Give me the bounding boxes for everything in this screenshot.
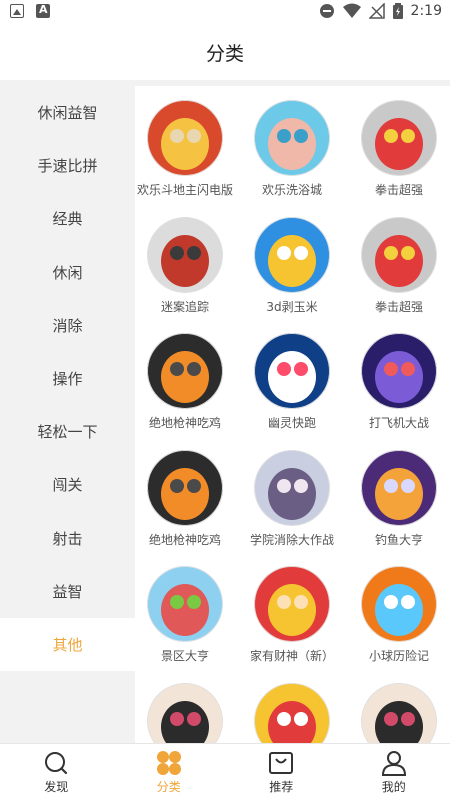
game-name: 迷案追踪: [160, 299, 209, 314]
sidebar-item-label: 轻松一下: [37, 423, 98, 442]
sidebar-item[interactable]: [0, 671, 135, 724]
sidebar-item[interactable]: 消除: [0, 299, 135, 352]
sidebar-item[interactable]: 益智: [0, 565, 135, 618]
game-name: 拳击超强: [374, 183, 423, 197]
game-item[interactable]: [242, 669, 342, 743]
game-icon: [147, 566, 223, 642]
game-item[interactable]: 景区大亨: [135, 552, 235, 669]
game-item[interactable]: 小球历险记: [349, 552, 449, 669]
game-icon: [147, 333, 223, 409]
game-item[interactable]: [349, 669, 449, 743]
game-icon: [361, 216, 437, 293]
game-icon: [361, 100, 437, 176]
nav-category[interactable]: 分类: [113, 744, 226, 800]
game-item[interactable]: 学院消除大作战: [242, 436, 342, 553]
category-icon: [156, 750, 181, 775]
sidebar-item-label: 操作: [52, 370, 83, 389]
nav-discover-label: 发现: [44, 779, 69, 794]
sidebar-item-label: 闯关: [52, 476, 83, 495]
game-item[interactable]: 欢乐斗地主闪电版: [135, 86, 235, 203]
sidebar-item[interactable]: 其他: [0, 617, 135, 672]
game-item[interactable]: 迷案追踪: [135, 203, 235, 320]
game-icon: [254, 100, 330, 176]
nav-category-label: 分类: [156, 779, 181, 794]
game-item[interactable]: 拳击超强: [349, 203, 449, 320]
game-icon: [254, 682, 330, 743]
category-sidebar: 休闲益智手速比拼经典休闲消除操作轻松一下闯关射击益智其他: [0, 86, 135, 743]
status-bar: 2:19: [0, 0, 450, 24]
sidebar-item[interactable]: 闯关: [0, 458, 135, 511]
game-name: 学院消除大作战: [249, 532, 334, 547]
wifi-icon: [342, 3, 361, 18]
game-item[interactable]: 家有财神（新）: [242, 552, 342, 669]
game-item[interactable]: 幽灵快跑: [242, 319, 342, 436]
search-icon: [45, 751, 68, 774]
bottom-nav: 发现 分类 推荐 我的: [0, 743, 450, 800]
sidebar-item-label: 经典: [52, 210, 83, 229]
game-name: 绝地枪神吃鸡: [148, 532, 221, 547]
game-icon: [254, 216, 330, 293]
game-name: 钓鱼大亨: [374, 532, 423, 547]
game-item[interactable]: 拳击超强: [349, 86, 449, 203]
sidebar-item-label: 射击: [52, 529, 83, 548]
game-item[interactable]: 钓鱼大亨: [349, 436, 449, 553]
game-name: 拳击超强: [374, 299, 423, 314]
game-name: 幽灵快跑: [267, 416, 316, 430]
game-icon: [254, 333, 330, 409]
sidebar-item[interactable]: 轻松一下: [0, 405, 135, 458]
sidebar-item-label: 益智: [52, 582, 83, 601]
game-name: 绝地枪神吃鸡: [148, 416, 221, 430]
nav-recommend[interactable]: 推荐: [225, 744, 338, 800]
sidebar-item-label: 其他: [52, 635, 83, 654]
game-icon: [361, 449, 437, 526]
nav-discover[interactable]: 发现: [0, 744, 113, 800]
sidebar-item[interactable]: 休闲: [0, 246, 135, 299]
game-item[interactable]: 打飞机大战: [349, 319, 449, 436]
game-item[interactable]: 绝地枪神吃鸡: [135, 319, 235, 436]
game-icon: [254, 449, 330, 526]
nav-recommend-label: 推荐: [269, 779, 294, 794]
sidebar-item-label: 休闲益智: [37, 104, 98, 123]
sidebar-item[interactable]: 射击: [0, 512, 135, 565]
game-item[interactable]: 绝地枪神吃鸡: [135, 436, 235, 553]
game-icon: [147, 100, 223, 176]
battery-icon: [392, 3, 403, 19]
bag-icon: [269, 751, 294, 774]
page-title: 分类: [205, 42, 244, 65]
game-item[interactable]: 3d剥玉米: [242, 203, 342, 320]
game-name: 景区大亨: [160, 649, 209, 663]
image-notification-icon: [10, 4, 24, 18]
game-name: 小球历险记: [368, 649, 429, 663]
game-icon: [147, 449, 223, 526]
header: 分类: [0, 24, 450, 80]
game-name: 3d剥玉米: [266, 299, 318, 314]
game-icon: [147, 682, 223, 743]
game-icon: [361, 682, 437, 743]
nav-mine[interactable]: 我的: [338, 744, 450, 800]
game-grid: 欢乐斗地主闪电版 欢乐洗浴城 拳击超强 迷案追踪 3d剥玉米 拳击超强 绝地枪神吃鸡 幽灵快跑…: [135, 86, 450, 743]
game-name: 打飞机大战: [368, 416, 429, 430]
sidebar-item[interactable]: 手速比拼: [0, 139, 135, 192]
nav-mine-label: 我的: [381, 779, 406, 794]
game-icon: [254, 566, 330, 642]
sidebar-item-label: 手速比拼: [37, 157, 98, 176]
sidebar-item[interactable]: 操作: [0, 352, 135, 405]
sidebar-item-label: 休闲: [52, 263, 83, 282]
sidebar-item[interactable]: 休闲益智: [0, 86, 135, 139]
sidebar-item[interactable]: 经典: [0, 192, 135, 245]
game-icon: [147, 216, 223, 293]
game-icon: [361, 333, 437, 409]
game-name: 欢乐斗地主闪电版: [136, 183, 233, 197]
game-name: 欢乐洗浴城: [261, 183, 322, 197]
game-item[interactable]: [135, 669, 235, 743]
game-name: 家有财神（新）: [249, 649, 334, 663]
clock: 2:19: [410, 3, 442, 19]
do-not-disturb-icon: [319, 4, 334, 18]
game-item[interactable]: 欢乐洗浴城: [242, 86, 342, 203]
font-notification-icon: [36, 3, 50, 18]
game-icon: [361, 566, 437, 642]
sidebar-item-label: 消除: [52, 316, 83, 335]
signal-icon: [368, 3, 385, 19]
user-icon: [381, 750, 406, 776]
